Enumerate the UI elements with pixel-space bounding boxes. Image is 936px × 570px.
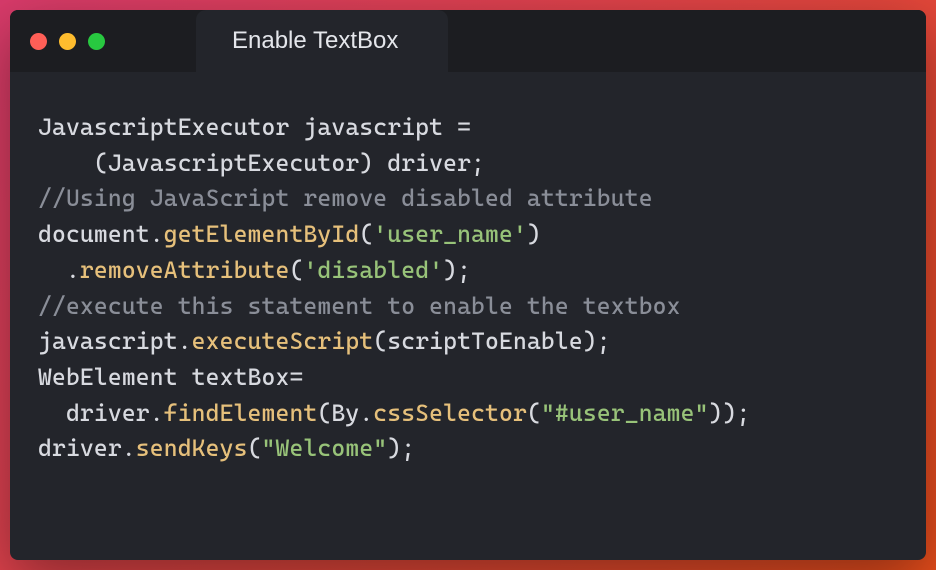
tab-enable-textbox[interactable]: Enable TextBox: [196, 10, 448, 72]
code-string: 'disabled': [303, 256, 443, 284]
code-editor[interactable]: JavascriptExecutor javascript = (Javascr…: [10, 72, 926, 560]
code-token: (: [248, 434, 262, 462]
code-method: removeAttribute: [80, 256, 290, 284]
code-token: JavascriptExecutor javascript =: [38, 113, 485, 141]
code-token: ));: [709, 399, 751, 427]
code-token: javascript.: [38, 327, 192, 355]
code-token: ): [527, 220, 541, 248]
code-method: executeScript: [192, 327, 374, 355]
code-token: document.: [38, 220, 164, 248]
tab-label: Enable TextBox: [232, 27, 398, 55]
code-comment: //execute this statement to enable the t…: [38, 292, 681, 320]
code-token: (JavascriptExecutor) driver;: [38, 149, 485, 177]
maximize-icon[interactable]: [88, 33, 105, 50]
close-icon[interactable]: [30, 33, 47, 50]
code-token: (: [527, 399, 541, 427]
window-titlebar: Enable TextBox: [10, 10, 926, 72]
code-method: findElement: [164, 399, 318, 427]
code-window: Enable TextBox JavascriptExecutor javasc…: [10, 10, 926, 560]
code-string: 'user_name': [373, 220, 527, 248]
code-method: getElementById: [164, 220, 360, 248]
code-token: (scriptToEnable);: [373, 327, 610, 355]
code-token: (By.: [317, 399, 373, 427]
code-token: WebElement textBox=: [38, 363, 303, 391]
code-token: );: [387, 434, 415, 462]
code-token: driver.: [38, 434, 136, 462]
code-string: "#user_name": [541, 399, 709, 427]
code-string: "Welcome": [262, 434, 388, 462]
traffic-lights: [30, 33, 105, 50]
code-method: sendKeys: [136, 434, 248, 462]
code-token: driver.: [38, 399, 164, 427]
code-comment: //Using JavaScript remove disabled attri…: [38, 184, 653, 212]
code-token: .: [38, 256, 80, 284]
code-token: (: [289, 256, 303, 284]
code-token: );: [443, 256, 471, 284]
minimize-icon[interactable]: [59, 33, 76, 50]
code-method: cssSelector: [373, 399, 527, 427]
code-token: (: [359, 220, 373, 248]
